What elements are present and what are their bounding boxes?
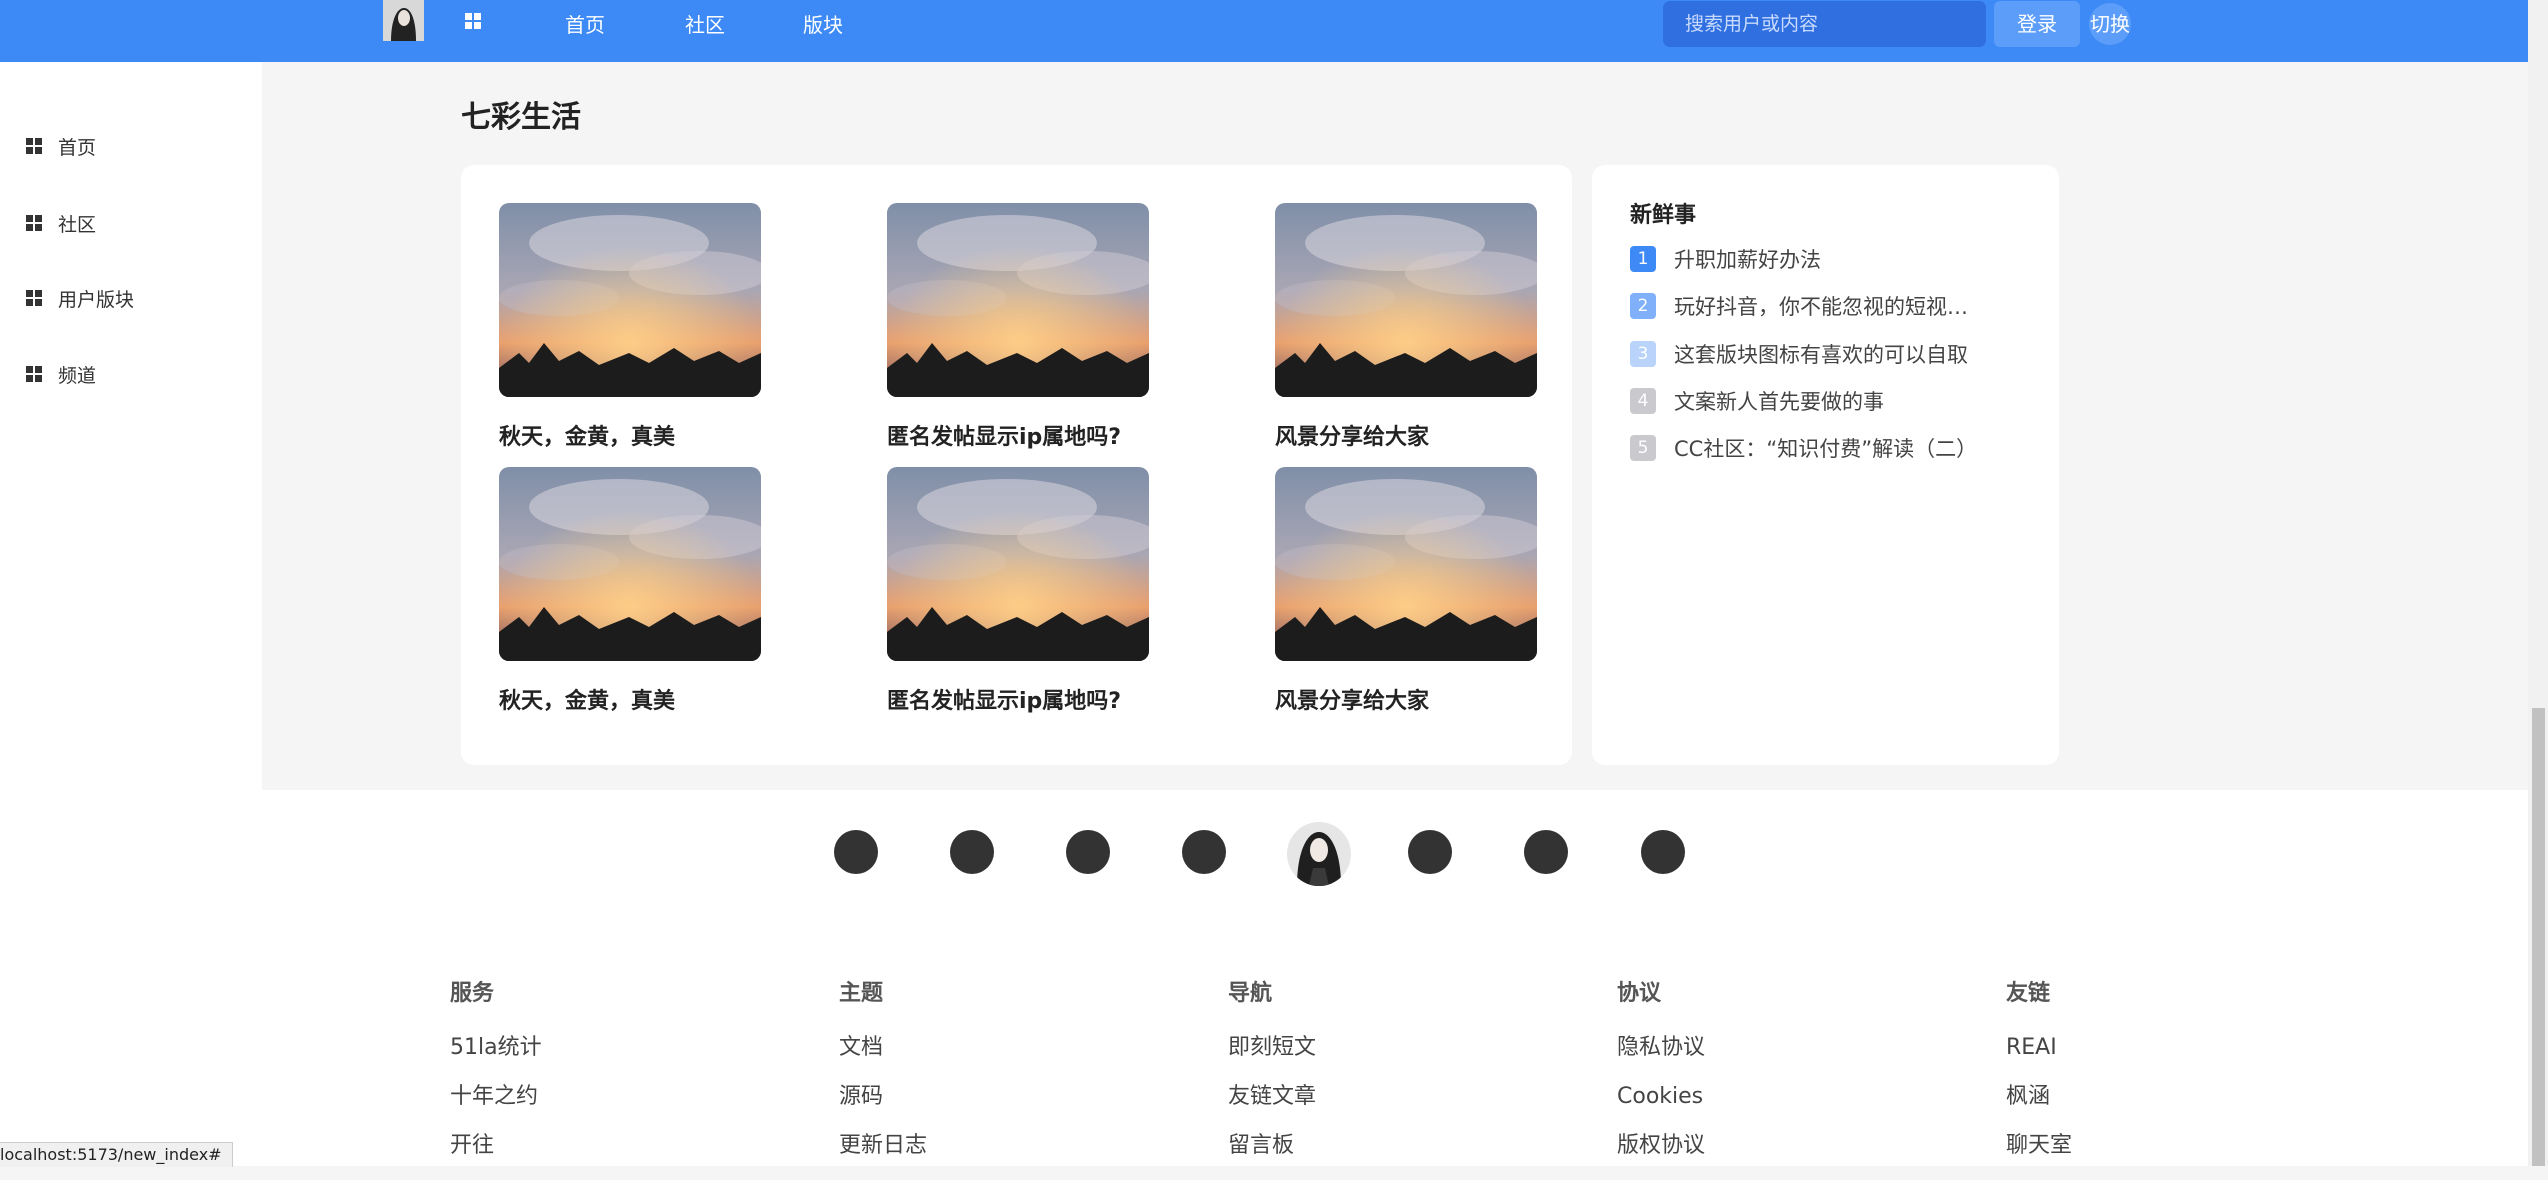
grid-icon <box>26 215 42 231</box>
social-dot-icon[interactable] <box>1182 830 1226 874</box>
footer-link[interactable]: 51la统计 <box>450 1033 542 1082</box>
post-caption: 秋天，金黄，真美 <box>499 689 676 714</box>
post-card[interactable]: 秋天，金黄，真美 <box>499 203 761 451</box>
rank-badge: 3 <box>1630 341 1656 367</box>
post-thumbnail <box>499 467 761 661</box>
footer-link[interactable]: 即刻短文 <box>1228 1033 1316 1082</box>
footer-column-services: 服务 51la统计 十年之约 开往 <box>450 975 542 1180</box>
sidebar-item-label: 用户版块 <box>58 288 135 311</box>
trending-item-text: 文案新人首先要做的事 <box>1674 390 1884 414</box>
post-card[interactable]: 风景分享给大家 <box>1275 467 1537 715</box>
post-thumbnail <box>887 467 1149 661</box>
nav-community[interactable]: 社区 <box>685 11 725 39</box>
footer-column-themes: 主题 文档 源码 更新日志 <box>839 975 927 1180</box>
footer-link[interactable]: 友链文章 <box>1228 1082 1316 1131</box>
post-card[interactable]: 秋天，金黄，真美 <box>499 467 761 715</box>
sidebar-item-label: 首页 <box>58 136 97 159</box>
trending-item-text: 升职加薪好办法 <box>1674 248 1821 272</box>
sidebar-item-label: 频道 <box>58 364 97 387</box>
social-dot-icon[interactable] <box>834 830 878 874</box>
footer-link[interactable]: 文档 <box>839 1033 927 1082</box>
trending-title: 新鲜事 <box>1630 203 1697 228</box>
search-input[interactable] <box>1663 1 1986 47</box>
rank-badge: 4 <box>1630 388 1656 414</box>
nav-boards[interactable]: 版块 <box>803 11 843 39</box>
footer-link[interactable]: REAI <box>2006 1033 2072 1082</box>
post-caption: 匿名发帖显示ip属地吗? <box>887 689 1122 714</box>
footer-link[interactable]: 枫涵 <box>2006 1082 2072 1131</box>
post-thumbnail <box>1275 467 1537 661</box>
post-caption: 匿名发帖显示ip属地吗? <box>887 425 1122 450</box>
sidebar-item-user-boards[interactable]: 用户版块 <box>26 283 134 313</box>
page-scrollbar[interactable] <box>2528 0 2548 1166</box>
sidebar-item-channels[interactable]: 频道 <box>26 359 96 389</box>
grid-icon <box>26 290 42 306</box>
trending-item[interactable]: 5 CC社区：“知识付费”解读（二） <box>1630 433 2030 463</box>
footer-link[interactable]: Cookies <box>1617 1082 1705 1131</box>
login-button[interactable]: 登录 <box>1994 1 2080 47</box>
trending-panel: 新鲜事 1 升职加薪好办法 2 玩好抖音，你不能忽视的短视频运营技巧 3 这套版… <box>1592 165 2059 765</box>
sidebar-item-label: 社区 <box>58 213 97 236</box>
post-caption: 风景分享给大家 <box>1275 689 1430 714</box>
sidebar-item-community[interactable]: 社区 <box>26 208 96 238</box>
rank-badge: 5 <box>1630 435 1656 461</box>
footer-column-agreements: 协议 隐私协议 Cookies 版权协议 <box>1617 975 1705 1180</box>
social-dot-icon[interactable] <box>950 830 994 874</box>
footer-column-heading: 导航 <box>1228 981 1273 1006</box>
footer-column-friend-links: 友链 REAI 枫涵 聊天室 <box>2006 975 2072 1180</box>
social-dot-icon[interactable] <box>1066 830 1110 874</box>
social-dot-icon[interactable] <box>1524 830 1568 874</box>
post-caption: 风景分享给大家 <box>1275 425 1430 450</box>
footer-link[interactable]: 十年之约 <box>450 1082 542 1131</box>
footer-column-heading: 服务 <box>450 981 495 1006</box>
footer-link[interactable]: 隐私协议 <box>1617 1033 1705 1082</box>
switch-button[interactable]: 切换 <box>2089 3 2131 45</box>
footer-column-heading: 主题 <box>839 981 884 1006</box>
trending-item-text: CC社区：“知识付费”解读（二） <box>1674 437 1978 461</box>
social-dot-icon[interactable] <box>1408 830 1452 874</box>
footer: 服务 51la统计 十年之约 开往 主题 文档 源码 更新日志 导航 即刻短文 … <box>0 790 2528 1166</box>
trending-item-text: 这套版块图标有喜欢的可以自取 <box>1674 343 1968 367</box>
grid-icon <box>26 366 42 382</box>
apps-grid-icon[interactable] <box>465 13 481 29</box>
scrollbar-thumb[interactable] <box>2532 708 2545 1166</box>
rank-badge: 1 <box>1630 246 1656 272</box>
grid-icon <box>26 138 42 154</box>
rank-badge: 2 <box>1630 293 1656 319</box>
site-logo-avatar[interactable] <box>383 0 424 41</box>
footer-column-navigation: 导航 即刻短文 友链文章 留言板 <box>1228 975 1316 1180</box>
sidebar: 首页 社区 用户版块 频道 <box>0 62 262 790</box>
post-caption: 秋天，金黄，真美 <box>499 425 676 450</box>
post-card[interactable]: 匿名发帖显示ip属地吗? <box>887 467 1149 715</box>
top-navbar: 首页 社区 版块 登录 切换 <box>0 0 2528 62</box>
post-card[interactable]: 风景分享给大家 <box>1275 203 1537 451</box>
trending-item[interactable]: 3 这套版块图标有喜欢的可以自取 <box>1630 339 2030 369</box>
social-dot-icon[interactable] <box>1641 830 1685 874</box>
footer-link[interactable]: 聊天室 <box>2006 1131 2072 1180</box>
post-thumbnail <box>499 203 761 397</box>
post-card[interactable]: 匿名发帖显示ip属地吗? <box>887 203 1149 451</box>
footer-column-heading: 友链 <box>2006 981 2051 1006</box>
nav-home[interactable]: 首页 <box>565 11 605 39</box>
post-cards-panel: 秋天，金黄，真美 匿名发帖显示ip属地吗? 风景分享给大家 秋天，金黄，真美 匿… <box>461 165 1572 765</box>
trending-item-text: 玩好抖音，你不能忽视的短视频运营技巧 <box>1674 295 1979 319</box>
trending-item[interactable]: 4 文案新人首先要做的事 <box>1630 386 2030 416</box>
footer-link[interactable]: 开往 <box>450 1131 542 1180</box>
footer-link[interactable]: 留言板 <box>1228 1131 1316 1180</box>
trending-item[interactable]: 2 玩好抖音，你不能忽视的短视频运营技巧 <box>1630 291 2030 321</box>
footer-column-heading: 协议 <box>1617 981 1662 1006</box>
footer-link[interactable]: 版权协议 <box>1617 1131 1705 1180</box>
footer-avatar[interactable] <box>1287 822 1351 886</box>
footer-link[interactable]: 源码 <box>839 1082 927 1131</box>
post-thumbnail <box>887 203 1149 397</box>
link-status-bar: localhost:5173/new_index# <box>0 1142 233 1167</box>
post-thumbnail <box>1275 203 1537 397</box>
trending-item[interactable]: 1 升职加薪好办法 <box>1630 244 2030 274</box>
section-title: 七彩生活 <box>461 100 581 135</box>
sidebar-item-home[interactable]: 首页 <box>26 131 96 161</box>
footer-link[interactable]: 更新日志 <box>839 1131 927 1180</box>
